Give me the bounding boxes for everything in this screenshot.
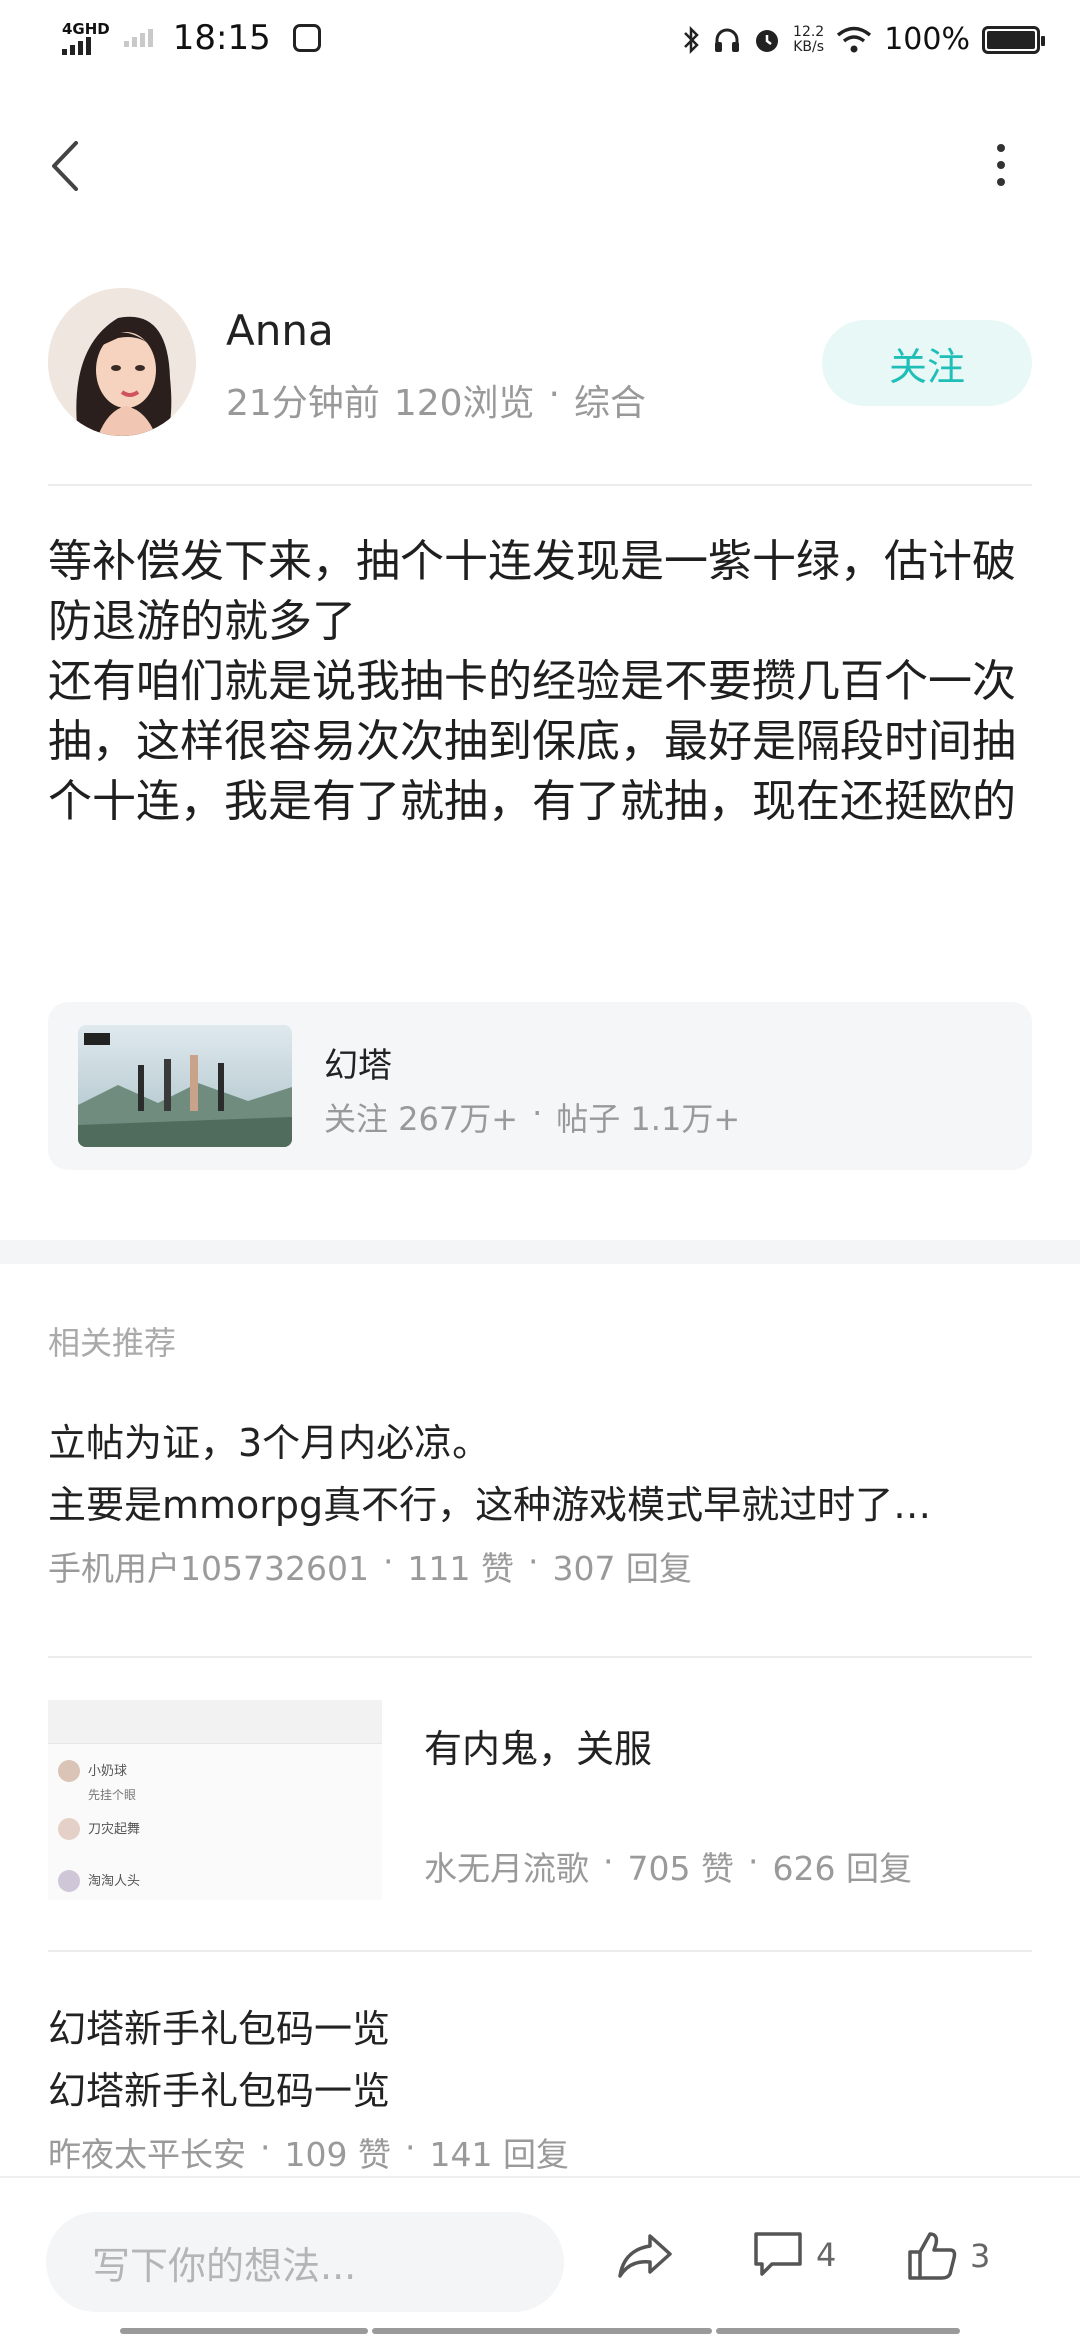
more-dot-icon [997, 178, 1005, 186]
recommendation-meta: 水无月流歌 · 705 赞 · 626 回复 [424, 1842, 912, 1890]
recommendation-snippet: 主要是mmorpg真不行，这种游戏模式早就过时了… [48, 1483, 932, 1527]
thumb-comment: 先挂个眼 [88, 1788, 137, 1802]
recommendation-item[interactable]: 幻塔新手礼包码一览 幻塔新手礼包码一览 昨夜太平长安 · 109 赞 · 141… [48, 1998, 1032, 2176]
post-meta: 21分钟前 120浏览 · 综合 [226, 374, 646, 426]
recommendation-likes: 111 赞 [407, 1549, 514, 1588]
share-icon [618, 2234, 672, 2278]
divider [48, 1950, 1032, 1952]
more-dot-icon [997, 144, 1005, 152]
recommendation-item[interactable]: 小奶球 先挂个眼 刀灾起舞 淘淘人头 有内鬼，关服 水无月流歌 · 705 赞 … [48, 1700, 1032, 1900]
author-name[interactable]: Anna [226, 306, 334, 355]
post-time: 21分钟前 [226, 383, 380, 424]
recommendation-snippet: 幻塔新手礼包码一览 [48, 2069, 391, 2113]
meta-separator: · [603, 1842, 614, 1881]
meta-separator: · [747, 1842, 759, 1881]
recommendation-replies: 141 回复 [429, 2135, 569, 2174]
wifi-icon [837, 26, 872, 52]
alarm-icon [756, 29, 779, 52]
forum-card[interactable]: 幻塔 关注 267万+ · 帖子 1.1万+ [48, 1002, 1032, 1170]
recommendation-title: 幻塔新手礼包码一览 [48, 2007, 391, 2051]
chevron-left-icon [52, 141, 78, 191]
recommendation-meta: 昨夜太平长安 · 109 赞 · 141 回复 [48, 2128, 1032, 2176]
thumbs-up-icon [908, 2232, 957, 2280]
notification-app-icon [292, 24, 321, 52]
recommendation-author: 昨夜太平长安 [48, 2135, 246, 2174]
share-button[interactable] [616, 2230, 674, 2282]
meta-separator: · [404, 2128, 416, 2167]
forum-stats: 关注 267万+ · 帖子 1.1万+ [324, 1094, 740, 1140]
network-speed: 12.2 KB/s [793, 23, 825, 55]
home-indicator [716, 2328, 960, 2334]
comment-icon [754, 2232, 802, 2276]
battery-icon [982, 25, 1045, 54]
network-speed-value: 12.2 [793, 23, 825, 40]
forum-posts: 帖子 1.1万+ [556, 1100, 741, 1138]
thumb-user: 小奶球 [88, 1764, 128, 1779]
back-button[interactable] [40, 136, 90, 196]
recommendation-replies: 626 回复 [772, 1849, 912, 1888]
post-content: 等补偿发下来，抽个十连发现是一紫十绿，估计破防退游的就多了 还有咱们就是说我抽卡… [48, 532, 1038, 832]
recommendation-title: 立帖为证，3个月内必凉。 [48, 1421, 491, 1465]
recommendation-replies: 307 回复 [552, 1549, 692, 1588]
headphones-icon [715, 28, 740, 52]
recommendation-likes: 109 赞 [284, 2135, 391, 2174]
recommendation-author: 手机用户105732601 [48, 1549, 369, 1588]
bottom-action-bar: 写下你的想法... 4 3 [0, 2176, 1080, 2340]
home-indicator [372, 2328, 712, 2334]
section-divider [0, 1240, 1080, 1264]
post-category[interactable]: 综合 [574, 374, 646, 426]
thumb-user: 刀灾起舞 [88, 1822, 141, 1837]
stats-separator: · [532, 1094, 543, 1132]
network-speed-unit: KB/s [793, 38, 825, 55]
follow-button[interactable]: 关注 [822, 320, 1032, 406]
recommendation-thumbnail: 小奶球 先挂个眼 刀灾起舞 淘淘人头 [48, 1700, 382, 1900]
clock: 18:15 [172, 18, 271, 58]
comment-count: 4 [816, 2236, 837, 2274]
author-avatar[interactable] [48, 288, 196, 436]
battery-percent: 100% [884, 22, 970, 57]
recommendation-author: 水无月流歌 [424, 1849, 589, 1888]
more-dot-icon [997, 161, 1005, 169]
divider [48, 1656, 1032, 1658]
status-bar: 4GHD 18:15 12.2 KB/s 100% [0, 0, 1080, 84]
comment-button[interactable]: 4 [752, 2230, 836, 2280]
comment-input[interactable]: 写下你的想法... [46, 2212, 564, 2312]
divider [48, 484, 1032, 486]
post-paragraph: 还有咱们就是说我抽卡的经验是不要攒几百个一次抽，这样很容易次次抽到保底，最好是隔… [48, 656, 1016, 827]
related-recommendations-title: 相关推荐 [48, 1324, 177, 1362]
meta-separator: · [527, 1542, 539, 1581]
cellular-signal-icon: 4GHD [62, 21, 110, 55]
recommendation-title: 有内鬼，关服 [424, 1727, 653, 1771]
bluetooth-icon [684, 25, 699, 54]
recommendation-likes: 705 赞 [627, 1849, 734, 1888]
meta-separator: · [382, 1542, 394, 1581]
thumb-user: 淘淘人头 [88, 1874, 141, 1889]
forum-thumbnail [78, 1025, 292, 1147]
forum-followers: 关注 267万+ [324, 1100, 519, 1138]
post-paragraph: 等补偿发下来，抽个十连发现是一紫十绿，估计破防退游的就多了 [48, 536, 1016, 647]
avatar-illustration [48, 288, 196, 436]
recommendation-item[interactable]: 立帖为证，3个月内必凉。 主要是mmorpg真不行，这种游戏模式早就过时了… 手… [48, 1412, 1032, 1590]
like-button[interactable]: 3 [906, 2230, 990, 2282]
like-count: 3 [970, 2237, 991, 2275]
more-options-button[interactable] [976, 140, 1026, 190]
post-views: 120浏览 [393, 383, 535, 424]
network-type-label: 4GHD [62, 20, 110, 38]
meta-separator: · [260, 2128, 271, 2167]
home-indicator [120, 2328, 368, 2334]
forum-name: 幻塔 [324, 1046, 392, 1086]
meta-separator: · [548, 374, 560, 415]
secondary-signal-icon [123, 29, 153, 47]
recommendation-meta: 手机用户105732601 · 111 赞 · 307 回复 [48, 1542, 1032, 1590]
